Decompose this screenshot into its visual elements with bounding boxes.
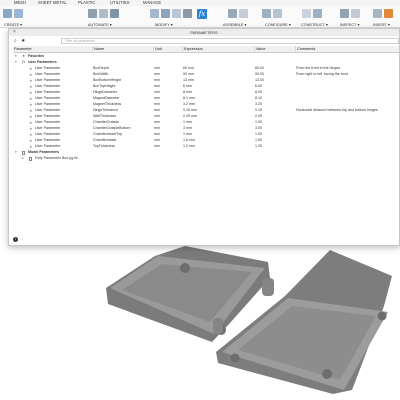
automate-menu[interactable]: AUTOMATE ▾ — [88, 22, 112, 27]
table-row[interactable]: ★ User Parameter BoxTopHeight mm 6 mm 6.00 — [13, 84, 399, 90]
ribbon-toolbar: fx CREATE ▾ AUTOMATE ▾ MODIFY ▾ ASSEMBLE… — [0, 6, 400, 28]
table-row[interactable]: ★ User Parameter ChamferOutsideBottom mm 3 m… — [13, 126, 399, 132]
column-value[interactable]: Value — [254, 46, 265, 53]
fusion-window: MESH SHEET METAL PLASTIC UTILITIES MANAG… — [0, 0, 400, 400]
inspect-menu[interactable]: INSPECT ▾ — [340, 22, 359, 27]
insert-menu[interactable]: INSERT ▾ — [373, 22, 390, 27]
model-item-label: Fully Parametric Box pg.W... — [35, 156, 81, 160]
table-row[interactable]: ★ User Parameter MagnetThickness mm 3.2 mm 3.… — [13, 102, 399, 108]
automate-icons[interactable] — [88, 9, 119, 18]
table-row[interactable]: ★ User Parameter HingeDiameter mm 8 mm 8.00 — [13, 90, 399, 96]
viewport[interactable] — [0, 246, 400, 400]
table-row[interactable]: ★ User Parameter ChamferInsideTop mm 1 mm 1.0… — [13, 132, 399, 138]
model-parameter-item[interactable]: ▸ Fully Parametric Box pg.W... — [13, 156, 399, 162]
table-row[interactable]: ★ User Parameter BoxBottomHeight mm 13 mm 13.… — [13, 78, 399, 84]
section-favorites[interactable]: ▾ ★ Favorites — [13, 54, 399, 60]
table-row[interactable]: ★ User Parameter HingeTolerance mm 0.15 mm 0.… — [13, 108, 399, 114]
info-icon[interactable]: i — [13, 237, 18, 242]
inspect-icons[interactable] — [340, 9, 360, 18]
column-name[interactable]: Name — [92, 46, 104, 53]
construct-menu[interactable]: CONSTRUCT ▾ — [301, 22, 328, 27]
parameters-dialog: PARAMETERS × ⌕ ★ Filter all parameters P… — [8, 28, 400, 246]
modify-icons[interactable] — [150, 9, 192, 18]
section-user-parameters[interactable]: ▾ fx User Parameters — [13, 60, 399, 66]
component-icon — [29, 157, 33, 161]
close-icon[interactable]: × — [13, 30, 16, 35]
table-row[interactable]: ★ User Parameter TopThickness mm 1.2 mm 1.20 — [13, 144, 399, 150]
search-icon[interactable]: ⌕ — [14, 37, 17, 45]
table-header: Parameter Name Unit Expression Value Com… — [13, 46, 399, 53]
column-expression[interactable]: Expression — [182, 46, 203, 53]
column-parameter[interactable]: Parameter — [13, 46, 32, 53]
table-row[interactable]: ★ User Parameter ChamferInside mm 1.6 mm 1.60 — [13, 138, 399, 144]
insert-icons[interactable] — [373, 9, 393, 18]
configure-icons[interactable] — [262, 9, 282, 18]
table-row[interactable]: ★ User Parameter MagnetDiameter mm 8.1 mm 8.1… — [13, 96, 399, 102]
filter-input[interactable]: Filter all parameters — [61, 38, 399, 44]
modify-menu[interactable]: MODIFY ▾ — [155, 22, 173, 27]
table-row[interactable]: ★ User Parameter BoxWidth mm 90 mm 90.00 From … — [13, 72, 399, 78]
assemble-icons[interactable] — [228, 9, 248, 18]
expand-icon[interactable]: ▸ — [22, 156, 24, 162]
configure-menu[interactable]: CONFIGURE ▾ — [265, 22, 291, 27]
table-row[interactable]: ★ User Parameter ChamferOutside mm 1 mm 1.00 — [13, 120, 399, 126]
table-row[interactable]: ★ User Parameter BoxDepth mm 60 mm 60.00 From … — [13, 66, 399, 72]
dialog-title: PARAMETERS — [9, 29, 399, 36]
change-parameters-button[interactable]: fx — [197, 9, 207, 19]
favorites-star-icon[interactable]: ★ — [21, 37, 25, 45]
filter-bar: ⌕ ★ Filter all parameters — [9, 37, 399, 45]
column-comments[interactable]: Comments — [295, 46, 315, 53]
column-unit[interactable]: Unit — [153, 46, 162, 53]
component-icon — [22, 151, 26, 155]
assemble-menu[interactable]: ASSEMBLE ▾ — [223, 22, 246, 27]
construct-icons[interactable] — [302, 9, 322, 18]
section-model-parameters[interactable]: ▾ Model Parameters — [13, 150, 399, 156]
table-row[interactable]: ★ User Parameter WallThickness mm 2.49 mm 2.4… — [13, 114, 399, 120]
create-menu[interactable]: CREATE ▾ — [4, 22, 22, 27]
create-icons[interactable] — [3, 9, 23, 18]
